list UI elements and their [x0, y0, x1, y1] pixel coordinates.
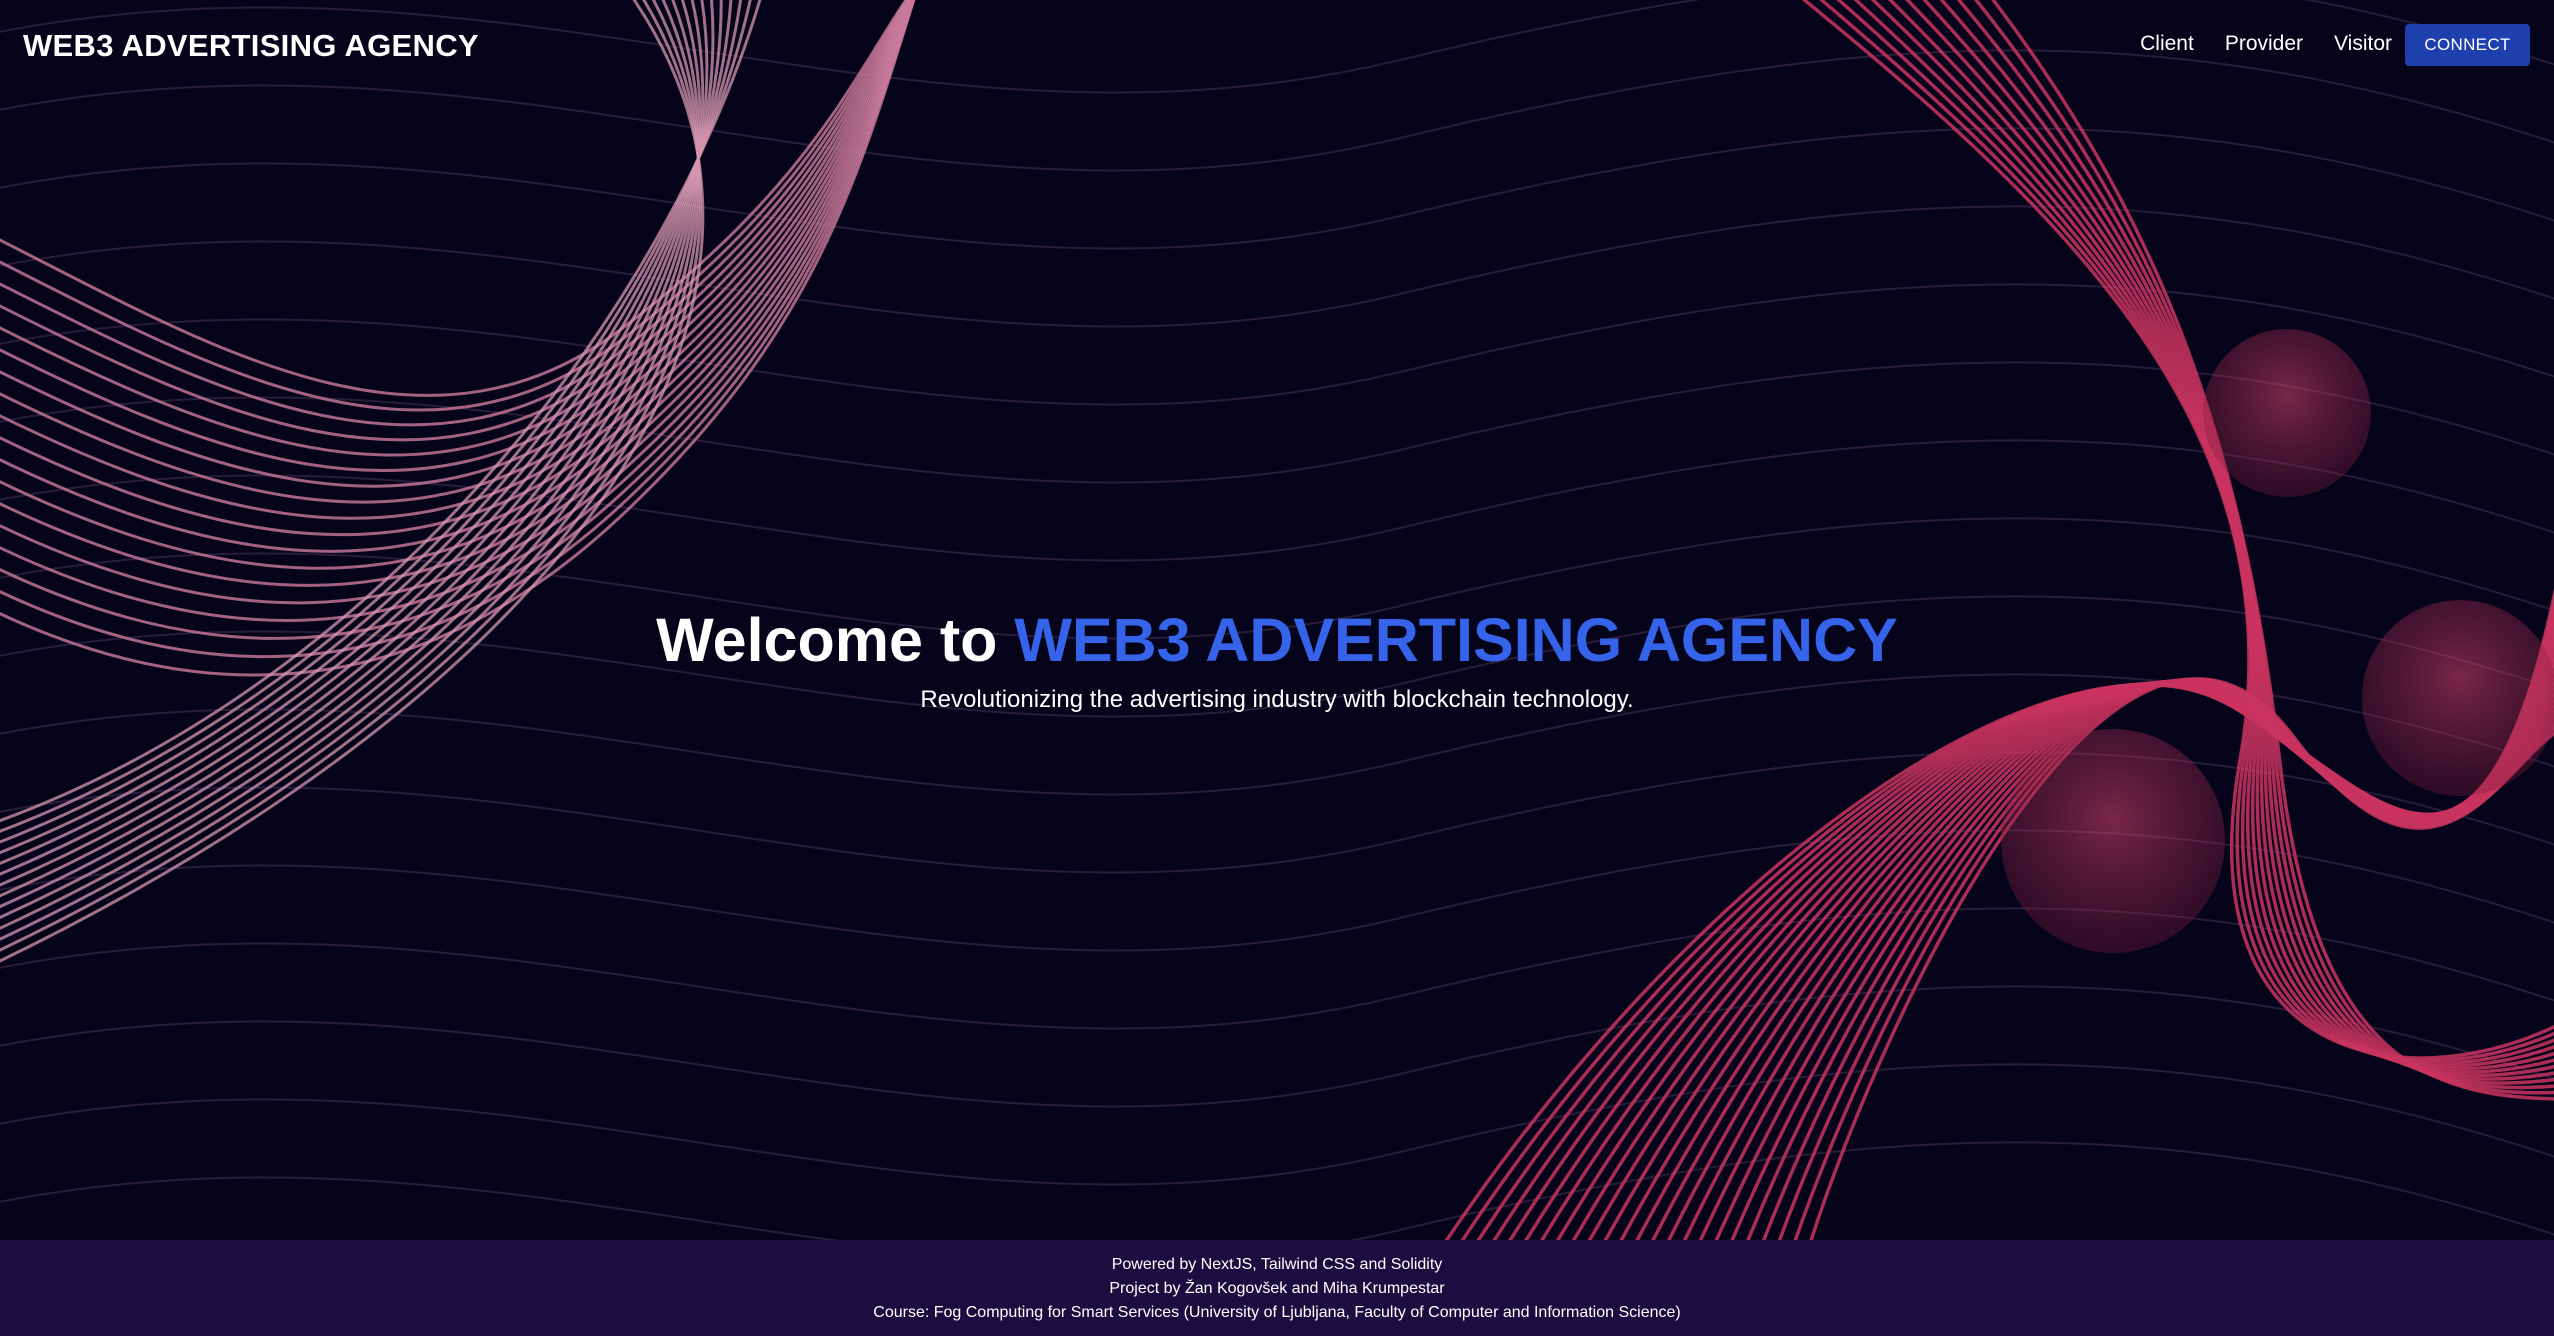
wave-line	[0, 1141, 2554, 1240]
nav-link-client[interactable]: Client	[2140, 32, 2194, 56]
brand-logo-text[interactable]: WEB3 ADVERTISING AGENCY	[23, 28, 479, 64]
wave-line	[0, 0, 715, 876]
hero-section: Welcome to WEB3 ADVERTISING AGENCY Revol…	[0, 600, 2554, 716]
footer-course: Course: Fog Computing for Smart Services…	[873, 1304, 1681, 1321]
footer-authors: Project by Žan Kogovšek and Miha Krumpes…	[1109, 1280, 1445, 1297]
nav-link-provider[interactable]: Provider	[2225, 32, 2303, 56]
footer: Powered by NextJS, Tailwind CSS and Soli…	[0, 1240, 2554, 1336]
wave-line	[0, 0, 709, 887]
footer-powered-by: Powered by NextJS, Tailwind CSS and Soli…	[1111, 1256, 1443, 1273]
hero-title: Welcome to WEB3 ADVERTISING AGENCY	[0, 600, 2554, 680]
nav-link-visitor[interactable]: Visitor	[2334, 32, 2392, 56]
hero-subtitle: Revolutionizing the advertising industry…	[920, 686, 1634, 713]
decorative-sphere	[2001, 729, 2225, 953]
wave-line	[1887, 0, 2554, 1074]
wave-line	[0, 1063, 2554, 1186]
hero-title-prefix: Welcome to	[656, 606, 998, 674]
hero-title-accent: WEB3 ADVERTISING AGENCY	[1014, 606, 1898, 674]
nav-links: Client Provider Visitor	[2109, 32, 2392, 56]
decorative-sphere	[2203, 329, 2371, 497]
wave-line	[0, 985, 2554, 1108]
top-navbar: WEB3 ADVERTISING AGENCY Client Provider …	[0, 0, 2554, 90]
landing-page: WEB3 ADVERTISING AGENCY Client Provider …	[0, 0, 2554, 1336]
wave-line	[0, 127, 2554, 250]
wave-line	[1922, 0, 2554, 1081]
connect-wallet-button[interactable]: CONNECT	[2405, 24, 2530, 66]
